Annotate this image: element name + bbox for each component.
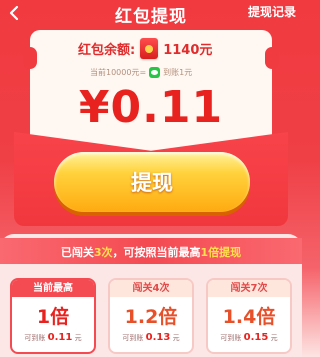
info-middle: ，可按照当前最高 [112, 246, 201, 259]
balance-value: 1140元 [163, 42, 213, 58]
info-count: 3次 [93, 246, 113, 259]
withdraw-amount: ¥0.11 [78, 82, 224, 133]
conversion-rate: 当前10000元= 到账1元 [90, 66, 192, 79]
balance-row: 红包余额: 1140元 [78, 36, 212, 60]
conversion-text: 当前10000元= [90, 68, 147, 77]
tier-tag: 当前最高 [12, 280, 94, 297]
tier-card-1[interactable]: 当前最高 1倍 可到账 0.11 元 [10, 278, 96, 354]
withdraw-record-link[interactable]: 提现记录 [248, 3, 296, 20]
info-prefix: 已闯关 [60, 246, 94, 259]
red-envelope-icon [140, 37, 159, 59]
card-notch-left [23, 47, 37, 69]
conversion-suffix: 到账1元 [163, 68, 193, 77]
card-notch-right [265, 47, 279, 69]
withdraw-button[interactable]: 提现 [54, 152, 250, 212]
tier-card-3[interactable]: 闯关7次 1.4倍 可到账 0.15 元 [206, 278, 292, 354]
info-multiplier: 1倍提现 [200, 246, 242, 259]
tier-tag: 闯关7次 [208, 280, 290, 297]
tier-multiplier: 1.2倍 [124, 306, 178, 328]
tier-amount: 可到账 0.11 元 [24, 332, 82, 343]
info-text: 已闯关3次，可按照当前最高1倍提现 [0, 244, 302, 260]
header: 红包提现 提现记录 [0, 0, 302, 28]
tier-multiplier: 1倍 [36, 306, 70, 328]
balance-label: 红包余额: [78, 42, 136, 58]
tier-amount: 可到账 0.13 元 [122, 332, 180, 343]
tier-amount: 可到账 0.15 元 [220, 332, 278, 343]
tier-card-2[interactable]: 闯关4次 1.2倍 可到账 0.13 元 [108, 278, 194, 354]
tier-tag: 闯关4次 [110, 280, 192, 297]
wechat-icon [149, 67, 161, 78]
tier-multiplier: 1.4倍 [222, 306, 276, 328]
